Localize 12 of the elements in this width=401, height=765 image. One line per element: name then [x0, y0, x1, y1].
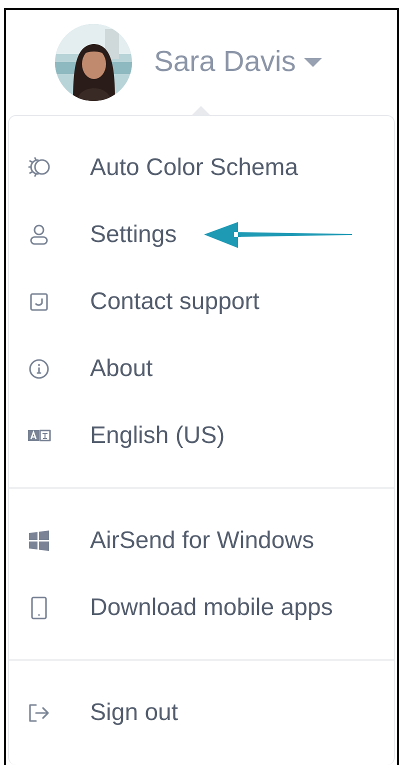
menu-item[interactable]: Contact support: [90, 284, 260, 320]
menu-item[interactable]: About: [90, 350, 153, 386]
windows-icon: [27, 528, 51, 552]
info-icon: [27, 356, 51, 380]
menu-item[interactable]: Sign out: [90, 694, 178, 730]
caret-icon[interactable]: [304, 58, 322, 68]
menu-item[interactable]: Settings: [90, 216, 177, 252]
menu-item[interactable]: AirSend for Windows: [90, 522, 314, 558]
menu-item[interactable]: Auto Color Schema: [90, 150, 298, 186]
menu-item[interactable]: English (US): [90, 418, 225, 454]
menu-item[interactable]: Download mobile apps: [90, 590, 333, 626]
sun-icon: [27, 156, 51, 180]
